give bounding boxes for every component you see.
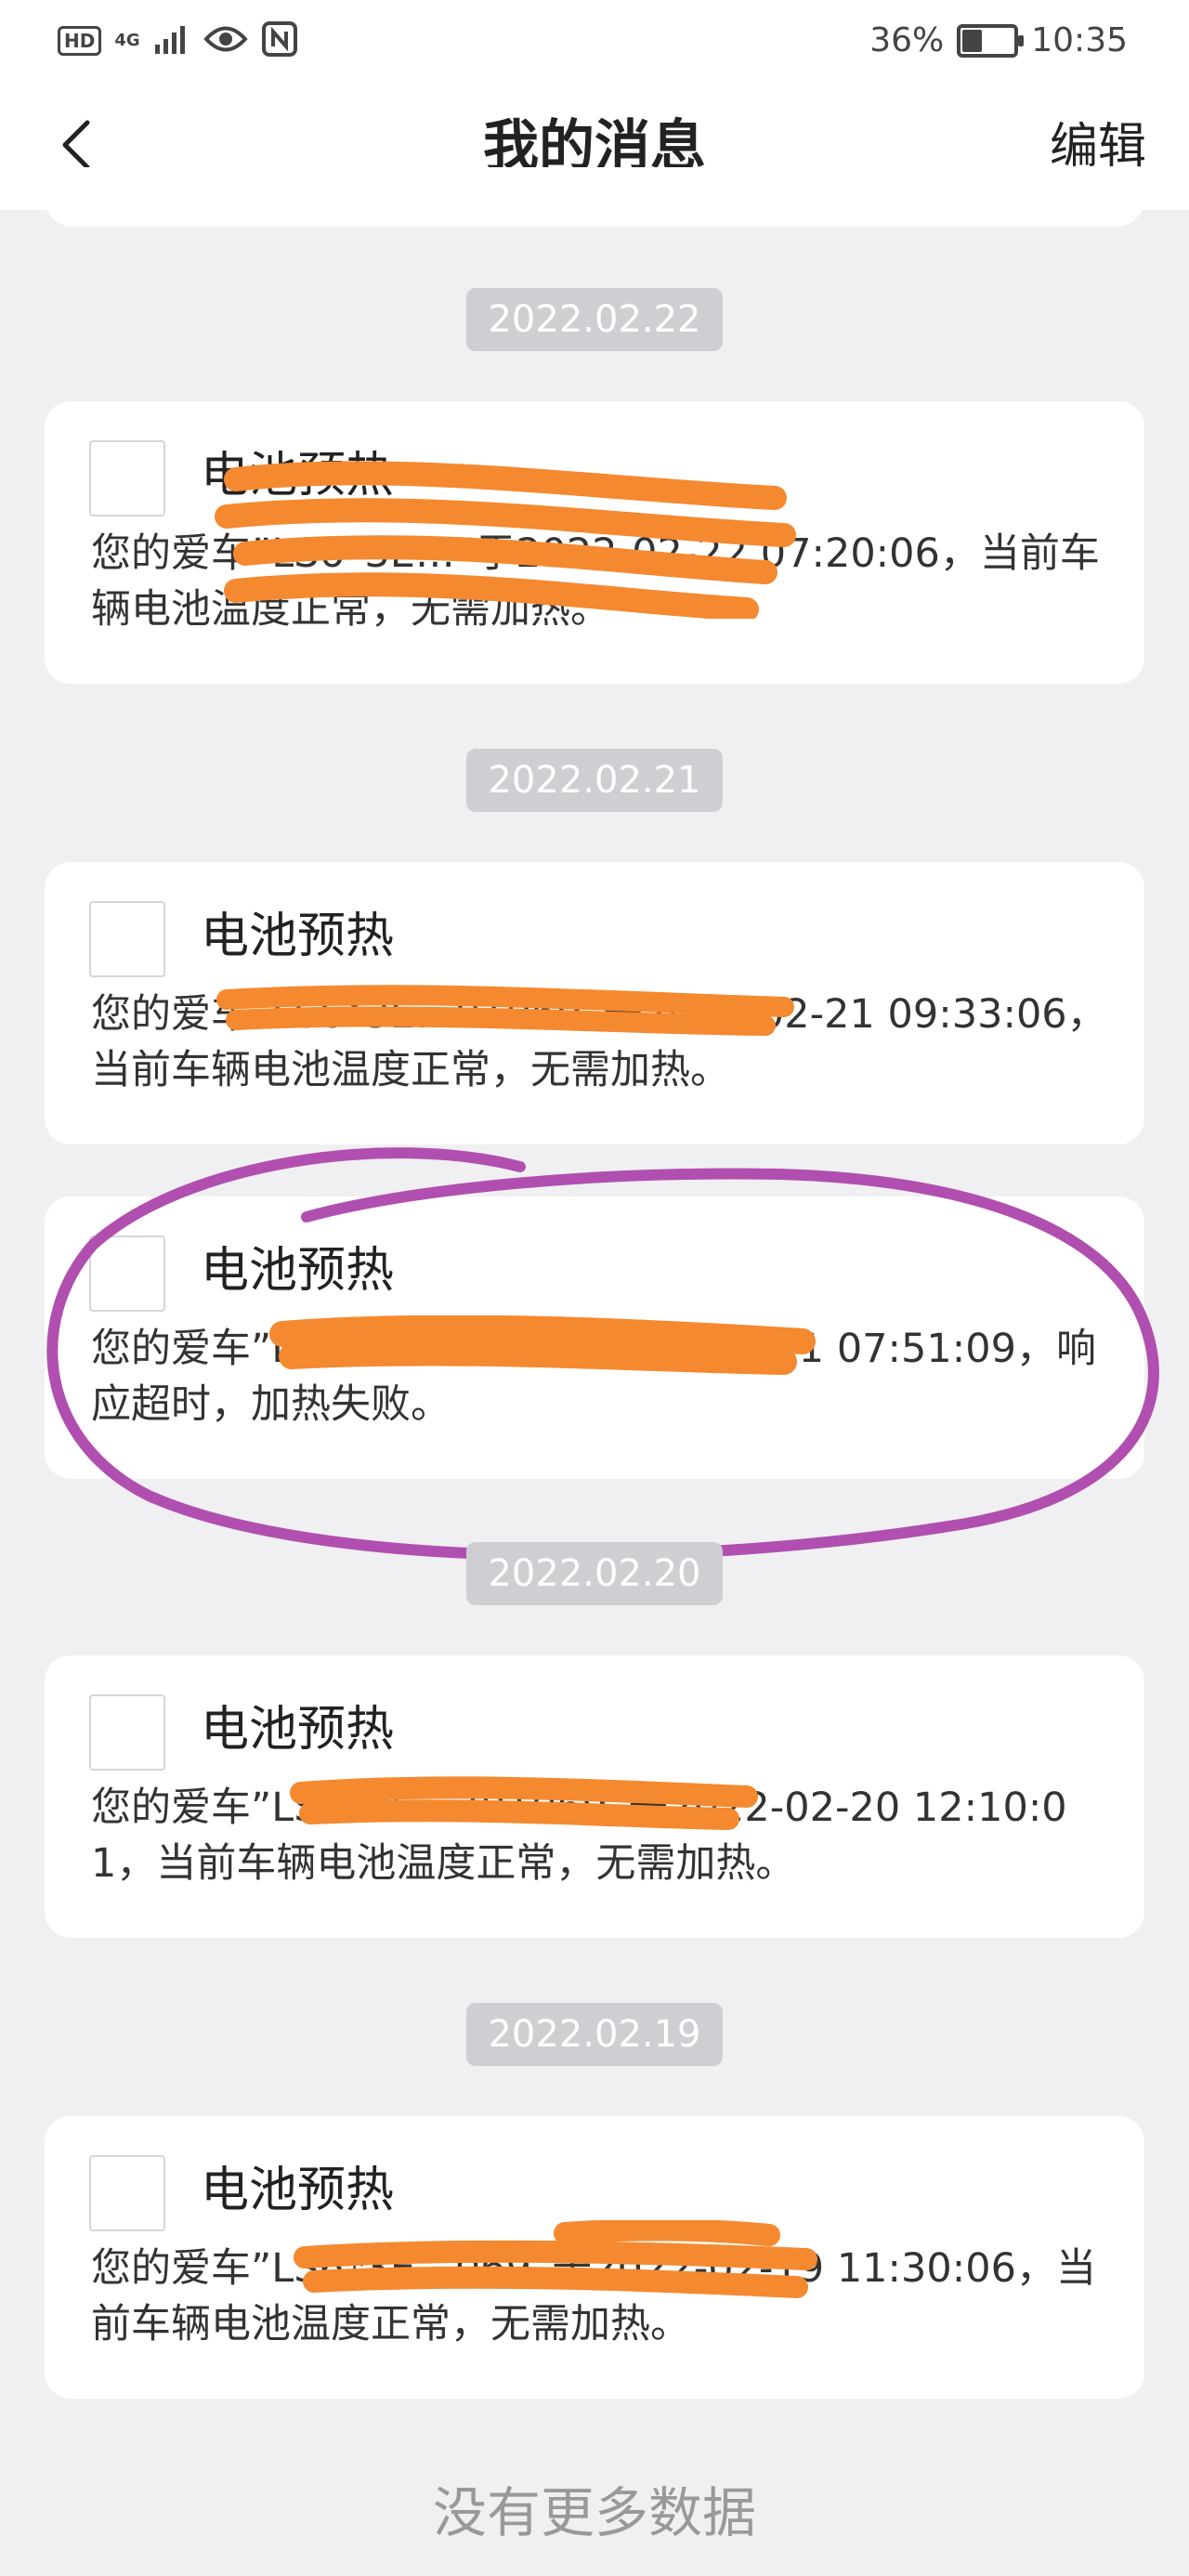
date-separator: 2022.02.19 [466, 2003, 723, 2066]
battery-icon [957, 24, 1025, 58]
no-more-data-text: 没有更多数据 [432, 2481, 756, 2544]
date-separator: 2022.02.20 [466, 1542, 723, 1605]
message-checkbox[interactable] [89, 440, 165, 517]
message-checkbox[interactable] [89, 2155, 165, 2231]
signal-icon [153, 22, 190, 59]
message-title: 电池预热 [201, 1243, 395, 1299]
message-body: 您的爱车”LS6*3E…069“于2022-02-19 11:30:06，当前车… [91, 2245, 1096, 2347]
message-title: 电池预热 [201, 1702, 395, 1758]
message-title: 电池预热 [201, 2163, 395, 2218]
battery-percent: 36% [869, 21, 945, 59]
date-separator: 2022.02.21 [466, 749, 723, 812]
message-body: 您的爱车”LS6*3E…069“于2022-02-21 07:51:09，响应超… [91, 1326, 1096, 1428]
message-title: 电池预热 [201, 448, 395, 503]
message-card[interactable]: 电池预热 您的爱车”LS6*3E…069“于2022-02-19 11:30:0… [45, 2116, 1144, 2399]
message-card[interactable]: 电池预热 您的爱车”LS6*3E…069“于2022-02-21 07:51:0… [45, 1196, 1144, 1479]
previous-card-edge [45, 167, 1144, 227]
message-body: 您的爱车”LS6*3E…“于2022-02-22 07:20:06，当前车辆电池… [91, 530, 1100, 633]
clock: 10:35 [1031, 21, 1128, 59]
status-left: HD 4G [58, 20, 298, 61]
date-separator: 2022.02.22 [466, 288, 723, 351]
message-checkbox[interactable] [89, 1694, 165, 1771]
message-card[interactable]: 电池预热 您的爱车”LS6*3E…“于2022-02-22 07:20:06，当… [45, 401, 1144, 684]
message-checkbox[interactable] [89, 901, 165, 977]
message-checkbox[interactable] [89, 1236, 165, 1312]
status-right: 36% 10:35 [869, 20, 1128, 61]
message-body: 您的爱车”LS6*3E…01069“于2022-02-21 09:33:06，当… [91, 991, 1107, 1093]
nfc-icon [261, 20, 298, 61]
battery-level [962, 30, 983, 52]
status-bar: HD 4G 36% 10:35 [0, 0, 1189, 84]
message-body: 您的爱车”LS6*3E…701069“于2022-02-20 12:10:01，… [91, 1785, 1067, 1887]
network-type: 4G [114, 31, 140, 50]
eye-icon [203, 23, 248, 59]
message-card[interactable]: 电池预热 您的爱车”LS6*3E…01069“于2022-02-21 09:33… [45, 862, 1144, 1144]
hd-badge: HD [58, 26, 102, 56]
message-title: 电池预热 [201, 909, 395, 964]
message-card[interactable]: 电池预热 您的爱车”LS6*3E…701069“于2022-02-20 12:1… [45, 1655, 1144, 1938]
